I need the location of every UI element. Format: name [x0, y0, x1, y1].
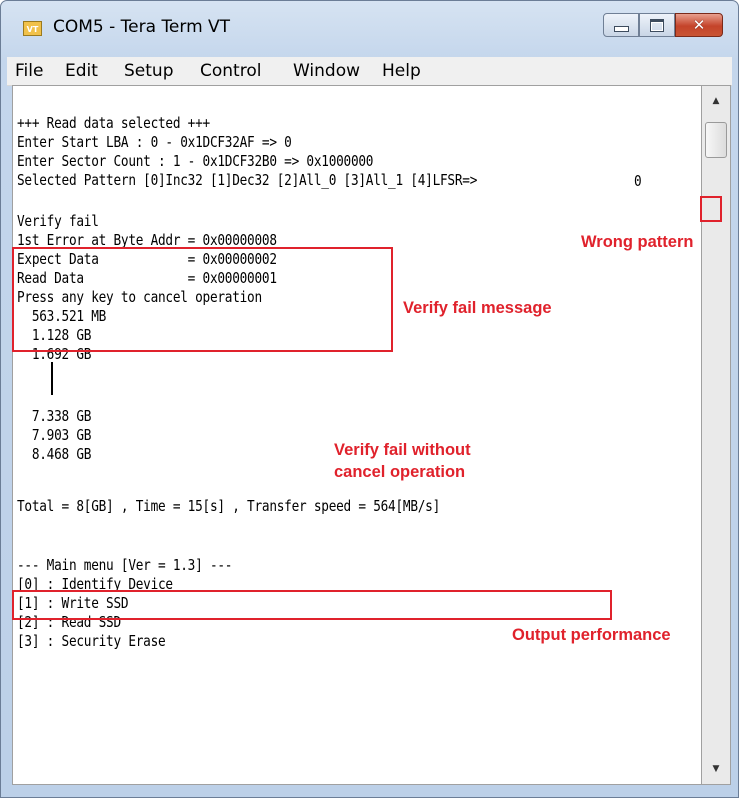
omitted-lines-marker	[51, 362, 53, 395]
window-title: COM5 - Tera Term VT	[53, 17, 231, 37]
terminal-line: 7.903 GB	[17, 426, 92, 444]
caption-buttons: ✕	[603, 13, 723, 37]
maximize-button[interactable]	[639, 13, 675, 37]
close-button[interactable]: ✕	[675, 13, 723, 37]
scroll-up-icon[interactable]: ▲	[702, 90, 730, 112]
verify-fail-message-label: Verify fail message	[403, 299, 552, 317]
menu-setup[interactable]: Setup	[124, 61, 173, 81]
terminal-line: 8.468 GB	[17, 445, 92, 463]
minimize-icon	[613, 26, 629, 32]
terminal-line: +++ Read data selected +++	[17, 114, 210, 132]
terminal-line: Verify fail	[17, 212, 99, 230]
verify-fail-without-label: Verify fail without	[334, 441, 471, 459]
terminal-screen[interactable]: +++ Read data selected +++ Enter Start L…	[12, 85, 702, 785]
output-performance-label: Output performance	[512, 626, 671, 644]
terminal-line: [3] : Security Erase	[17, 632, 166, 650]
scroll-down-icon[interactable]: ▼	[702, 758, 730, 780]
terminal-line: Selected Pattern [0]Inc32 [1]Dec32 [2]Al…	[17, 171, 478, 189]
terminal-line: Enter Sector Count : 1 - 0x1DCF32B0 => 0…	[17, 152, 374, 170]
cancel-operation-label: cancel operation	[334, 463, 466, 481]
title-bar[interactable]: VT COM5 - Tera Term VT ✕	[1, 1, 738, 57]
terminal-line: Total = 8[GB] , Time = 15[s] , Transfer …	[17, 497, 441, 515]
menu-window[interactable]: Window	[293, 61, 360, 81]
menu-file[interactable]: File	[15, 61, 43, 81]
close-icon: ✕	[692, 16, 706, 34]
minimize-button[interactable]	[603, 13, 639, 37]
menu-edit[interactable]: Edit	[65, 61, 98, 81]
scroll-thumb[interactable]	[705, 122, 727, 158]
verify-fail-box	[12, 247, 393, 352]
menu-bar: File Edit Setup Control Window Help	[7, 57, 732, 86]
terminal-line: 7.338 GB	[17, 407, 92, 425]
maximize-icon	[650, 18, 664, 32]
pattern-value: 0	[634, 172, 642, 190]
terminal-line: Enter Start LBA : 0 - 0x1DCF32AF => 0	[17, 133, 292, 151]
wrong-pattern-box	[700, 196, 722, 222]
tera-term-app-icon[interactable]: VT	[23, 21, 42, 36]
wrong-pattern-label: Wrong pattern	[581, 233, 694, 251]
menu-control[interactable]: Control	[200, 61, 261, 81]
output-performance-box	[12, 590, 612, 620]
vertical-scrollbar[interactable]: ▲ ▼	[702, 85, 731, 785]
menu-help[interactable]: Help	[382, 61, 421, 81]
terminal-line: --- Main menu [Ver = 1.3] ---	[17, 556, 233, 574]
